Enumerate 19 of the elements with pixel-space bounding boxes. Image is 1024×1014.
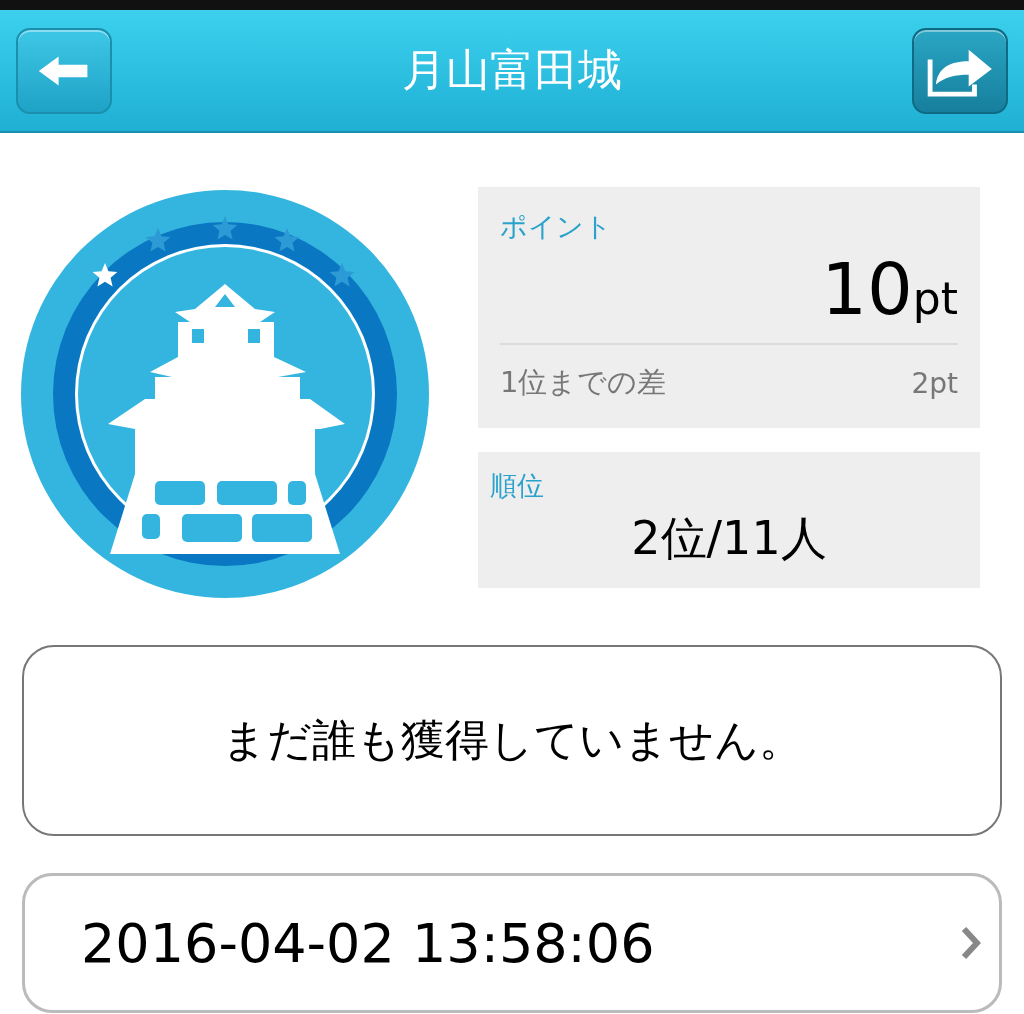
rank-value: 2位/11人 <box>630 510 828 567</box>
points-label: ポイント <box>500 210 613 244</box>
screen-title: 月山富田城 <box>402 43 622 97</box>
points-value: 10pt <box>500 253 958 345</box>
message-box: まだ誰も獲得していません。 <box>22 645 1002 836</box>
castle-icon <box>108 284 345 554</box>
star-icon <box>212 216 238 240</box>
chevron-icon <box>961 926 981 960</box>
back-button[interactable] <box>16 27 112 114</box>
gap-label: 1位までの差 <box>500 364 667 401</box>
date-text: 2016-04-02 13:58:06 <box>81 911 655 975</box>
share-button[interactable] <box>912 27 1008 114</box>
star-icon <box>92 263 118 287</box>
star-icon <box>145 228 171 252</box>
date-row[interactable]: 2016-04-02 13:58:06 <box>22 873 1002 1013</box>
star-icon <box>274 228 300 252</box>
star-icon <box>329 263 355 287</box>
gap-value: 2pt <box>911 366 958 400</box>
rank-label: 順位 <box>490 469 545 503</box>
